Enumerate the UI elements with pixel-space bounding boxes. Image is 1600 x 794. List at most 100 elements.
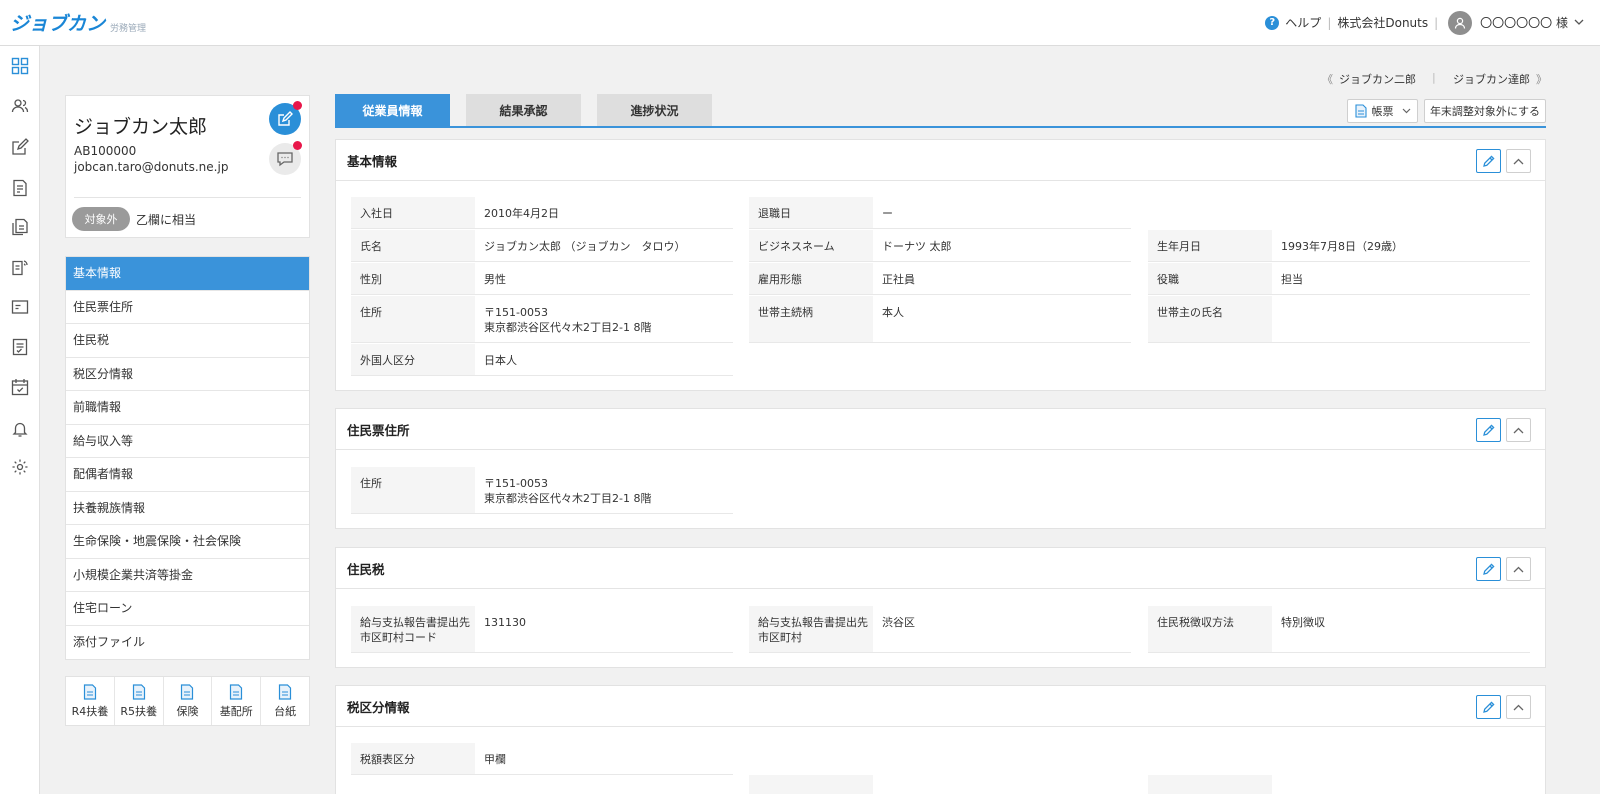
field-label: 退職日 — [749, 197, 873, 228]
broadcast-doc-icon[interactable] — [10, 257, 30, 277]
header-separator: | — [1434, 15, 1439, 30]
sidenav-item-basic[interactable]: 基本情報 — [66, 257, 309, 291]
document-icon[interactable] — [10, 178, 30, 198]
field-collection-method: 住民税徴収方法 特別徴収 — [1148, 606, 1530, 653]
collapse-button[interactable] — [1506, 149, 1531, 173]
collapse-button[interactable] — [1506, 695, 1531, 719]
doc-button-label: 保険 — [176, 704, 199, 718]
field-birth-date: 生年月日 1993年7月8日（29歳） — [1148, 230, 1530, 262]
sidenav-item-salary[interactable]: 給与収入等 — [66, 425, 309, 458]
field-label: 外国人区分 — [351, 344, 475, 375]
collapse-button[interactable] — [1506, 418, 1531, 442]
field-value: 正社員 — [882, 273, 915, 286]
users-icon[interactable] — [10, 96, 30, 116]
sidenav-item-attachments[interactable]: 添付ファイル — [66, 626, 309, 660]
help-link[interactable]: ヘルプ — [1285, 14, 1321, 31]
doc-button-r5[interactable]: R5扶養 — [115, 677, 164, 725]
section-resident-address: 住民票住所 住所 〒151-0053 東京都渋谷区代々木2丁目2-1 8階 — [335, 408, 1546, 529]
chat-button[interactable] — [269, 141, 302, 175]
chevron-up-icon — [1513, 427, 1524, 433]
checklist-icon[interactable] — [10, 337, 30, 357]
help-icon[interactable]: ? — [1265, 15, 1280, 30]
field-label: ビジネスネーム — [749, 230, 873, 261]
field-value: 1993年7月8日（29歳） — [1281, 240, 1403, 253]
field-value: ドーナツ 太郎 — [882, 240, 952, 253]
logo-subtitle: 労務管理 — [110, 24, 147, 34]
field-placeholder-row — [749, 775, 1131, 794]
documents-icon[interactable] — [10, 217, 30, 237]
exclude-year-end-button[interactable]: 年末調整対象外にする — [1424, 99, 1546, 123]
field-gender: 性別 男性 — [351, 263, 733, 295]
field-label: 氏名 — [351, 230, 475, 261]
field-placeholder-row — [1148, 775, 1530, 794]
field-business-name: ビジネスネーム ドーナツ 太郎 — [749, 230, 1131, 262]
sidenav-item-housing-loan[interactable]: 住宅ローン — [66, 592, 309, 626]
sidenav-item-insurance[interactable]: 生命保険・地震保険・社会保険 — [66, 525, 309, 559]
pencil-icon — [1483, 423, 1495, 436]
edit-button[interactable] — [1476, 149, 1501, 173]
edit-button[interactable] — [1476, 418, 1501, 442]
field-label: 住所 — [351, 296, 475, 342]
calendar-icon[interactable] — [10, 377, 30, 397]
field-label: 雇用形態 — [749, 263, 873, 294]
field-label: 住所 — [351, 467, 475, 513]
field-label: 世帯主続柄 — [749, 296, 873, 342]
field-value: 担当 — [1281, 273, 1303, 286]
bell-icon[interactable] — [10, 419, 30, 439]
doc-button-insurance[interactable]: 保険 — [164, 677, 213, 725]
gear-icon[interactable] — [10, 457, 30, 477]
status-badge: 対象外 — [72, 207, 130, 231]
field-value: 特別徴収 — [1281, 616, 1325, 629]
report-dropdown-button[interactable]: 帳票 — [1347, 99, 1418, 123]
document-icon — [181, 683, 194, 700]
edit-button[interactable] — [1476, 695, 1501, 719]
edit-note-button[interactable] — [269, 101, 302, 135]
sidenav-item-previous-job[interactable]: 前職情報 — [66, 391, 309, 425]
chevron-up-icon — [1513, 566, 1524, 572]
app-logo[interactable]: ジョブカン 労務管理 — [10, 9, 146, 36]
tab-employee-info[interactable]: 従業員情報 — [335, 94, 450, 127]
doc-button-basic-spouse[interactable]: 基配所 — [212, 677, 262, 725]
edit-button[interactable] — [1476, 557, 1501, 581]
user-name[interactable]: 〇〇〇〇〇〇 様 — [1480, 14, 1568, 31]
user-avatar-icon[interactable] — [1448, 10, 1473, 35]
prev-employee-link[interactable]: 《ジョブカン二郎 — [1322, 71, 1416, 87]
chat-icon — [277, 152, 293, 167]
collapse-button[interactable] — [1506, 557, 1531, 581]
notification-dot — [293, 141, 302, 150]
tab-result-approval[interactable]: 結果承認 — [466, 94, 581, 127]
chevron-down-icon[interactable] — [1574, 17, 1584, 28]
label-line-1: 給与支払報告書提出先 — [758, 616, 868, 629]
doc-button-mount[interactable]: 台紙 — [261, 677, 309, 725]
prev-employee-name: ジョブカン二郎 — [1339, 73, 1416, 86]
dashboard-icon[interactable] — [10, 56, 30, 76]
doc-button-label: 台紙 — [274, 704, 297, 718]
sidenav-item-spouse[interactable]: 配偶者情報 — [66, 458, 309, 492]
sidenav-item-dependents[interactable]: 扶養親族情報 — [66, 492, 309, 525]
tab-progress[interactable]: 進捗状況 — [597, 94, 712, 127]
field-value: ー — [882, 207, 893, 220]
field-resident-address: 住所 〒151-0053 東京都渋谷区代々木2丁目2-1 8階 — [351, 467, 733, 514]
doc-button-r4[interactable]: R4扶養 — [66, 677, 115, 725]
field-value: 本人 — [882, 306, 904, 319]
logo-text: ジョブカン — [10, 13, 106, 35]
sidenav-item-tax-class[interactable]: 税区分情報 — [66, 358, 309, 391]
edit-icon[interactable] — [10, 137, 30, 157]
sidenav-item-resident-tax[interactable]: 住民税 — [66, 324, 309, 358]
field-label — [1148, 775, 1272, 794]
chevron-up-icon — [1513, 158, 1524, 164]
sidenav-item-resident-address[interactable]: 住民票住所 — [66, 291, 309, 324]
header-right: ? ヘルプ | 株式会社Donuts | 〇〇〇〇〇〇 様 — [1265, 10, 1584, 35]
next-employee-name: ジョブカン達郎 — [1453, 73, 1530, 86]
id-card-icon[interactable] — [10, 297, 30, 317]
next-employee-link[interactable]: ジョブカン達郎》 — [1453, 71, 1547, 87]
field-position: 役職 担当 — [1148, 263, 1530, 295]
label-line-1: 給与支払報告書提出先 — [360, 616, 470, 629]
field-value: 〒151-0053 東京都渋谷区代々木2丁目2-1 8階 — [484, 476, 651, 506]
document-icon — [132, 683, 145, 700]
field-value: 131130 — [484, 616, 526, 629]
sidenav-item-mutual-aid[interactable]: 小規模企業共済等掛金 — [66, 559, 309, 592]
section-header: 税区分情報 — [336, 686, 1545, 727]
section-header: 基本情報 — [336, 140, 1545, 181]
document-button-bar: R4扶養 R5扶養 保険 基配所 台紙 — [65, 676, 310, 726]
